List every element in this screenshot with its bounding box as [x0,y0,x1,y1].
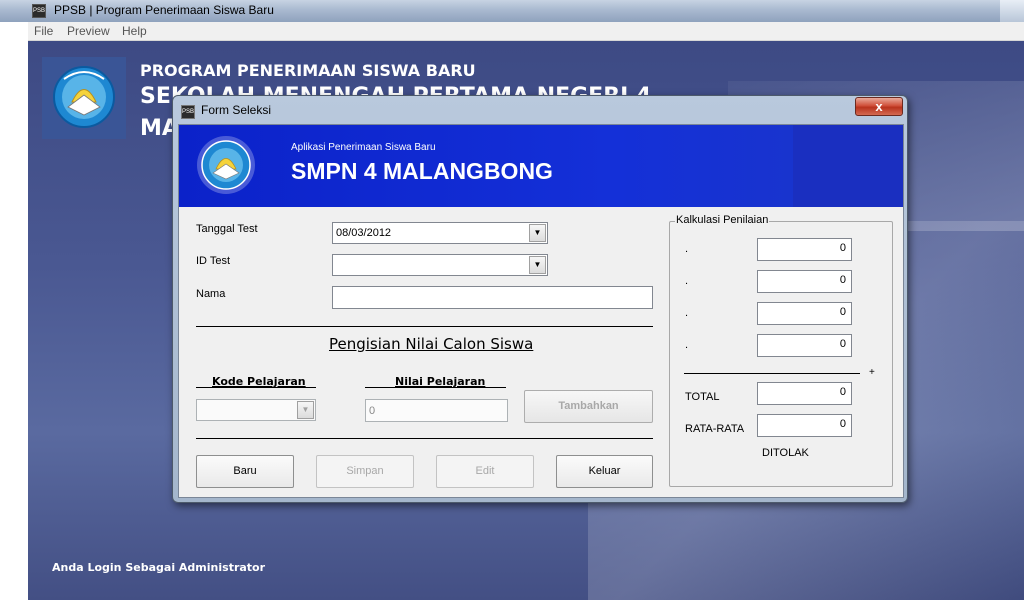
nama-input[interactable] [332,286,653,309]
banner-subtitle: Aplikasi Penerimaan Siswa Baru [291,142,436,153]
result-status: DITOLAK [762,447,809,459]
tanggal-test-value: 08/03/2012 [336,227,392,239]
plus-icon: + [869,367,875,378]
dialog-client-area: Aplikasi Penerimaan Siswa Baru SMPN 4 MA… [178,124,904,498]
calc-row-label: . [685,339,689,351]
banner: Aplikasi Penerimaan Siswa Baru SMPN 4 MA… [179,125,903,207]
header-program-title: PROGRAM PENERIMAAN SISWA BARU [140,61,476,80]
simpan-button[interactable]: Simpan [316,455,414,488]
calc-row-input[interactable]: 0 [757,238,852,261]
close-button[interactable]: x [855,97,903,116]
rata-rata-input[interactable]: 0 [757,414,852,437]
keluar-button[interactable]: Keluar [556,455,653,488]
calc-row-input[interactable]: 0 [757,270,852,293]
login-status: Anda Login Sebagai Administrator [52,561,266,574]
left-strip [0,22,28,600]
menu-file[interactable]: File [34,24,53,38]
kalkulasi-legend: Kalkulasi Penilaian [675,214,770,226]
total-input[interactable]: 0 [757,382,852,405]
calc-row-input[interactable]: 0 [757,334,852,357]
dialog-app-icon[interactable]: PSB [181,105,195,119]
window-title: PPSB | Program Penerimaan Siswa Baru [54,3,274,17]
total-label: TOTAL [685,391,720,403]
section-title: Pengisian Nilai Calon Siswa [329,335,534,353]
edit-button[interactable]: Edit [436,455,534,488]
nama-label: Nama [196,288,226,300]
tanggal-test-combo[interactable]: 08/03/2012 ▼ [332,222,548,244]
calc-row-value: 0 [839,306,846,318]
calc-sum-line [684,373,860,374]
nilai-pelajaran-value: 0 [369,405,376,417]
tanggal-test-label: Tanggal Test [196,223,258,235]
close-icon: x [875,99,883,114]
tut-wuri-logo [42,57,126,139]
total-value: 0 [839,386,846,398]
banner-logo-icon [197,136,255,194]
calc-row-label: . [685,243,689,255]
calc-row-label: . [685,307,689,319]
baru-button[interactable]: Baru [196,455,294,488]
divider-bottom [196,438,653,439]
id-test-combo[interactable]: ▼ [332,254,548,276]
calc-row-input[interactable]: 0 [757,302,852,325]
calc-row-value: 0 [839,274,846,286]
banner-right-panel [793,125,903,207]
calc-row-label: . [685,275,689,287]
menu-preview[interactable]: Preview [67,24,110,38]
chevron-down-icon[interactable]: ▼ [529,256,546,274]
chevron-down-icon[interactable]: ▼ [297,401,314,419]
kode-underline [196,387,316,388]
rata-rata-label: RATA-RATA [685,423,745,435]
app-icon[interactable]: PSB [32,4,46,18]
nilai-pelajaran-input[interactable]: 0 [365,399,508,422]
id-test-label: ID Test [196,255,231,267]
calc-row-value: 0 [839,242,846,254]
main-title-bar: PSB PPSB | Program Penerimaan Siswa Baru [0,0,1024,22]
menu-help[interactable]: Help [122,24,147,38]
kode-pelajaran-combo[interactable]: ▼ [196,399,316,421]
tambahkan-button[interactable]: Tambahkan [524,390,653,423]
title-bar-edge [1000,0,1024,22]
calc-row-value: 0 [839,338,846,350]
nilai-underline [365,387,506,388]
menu-bar: File Preview Help [28,22,1024,41]
divider-top [196,326,653,327]
form-seleksi-dialog: PSB Form Seleksi x Aplikasi Penerimaan S… [172,95,908,503]
rata-rata-value: 0 [839,418,846,430]
banner-title: SMPN 4 MALANGBONG [291,158,553,184]
chevron-down-icon[interactable]: ▼ [529,224,546,242]
dialog-title: Form Seleksi [201,103,272,117]
